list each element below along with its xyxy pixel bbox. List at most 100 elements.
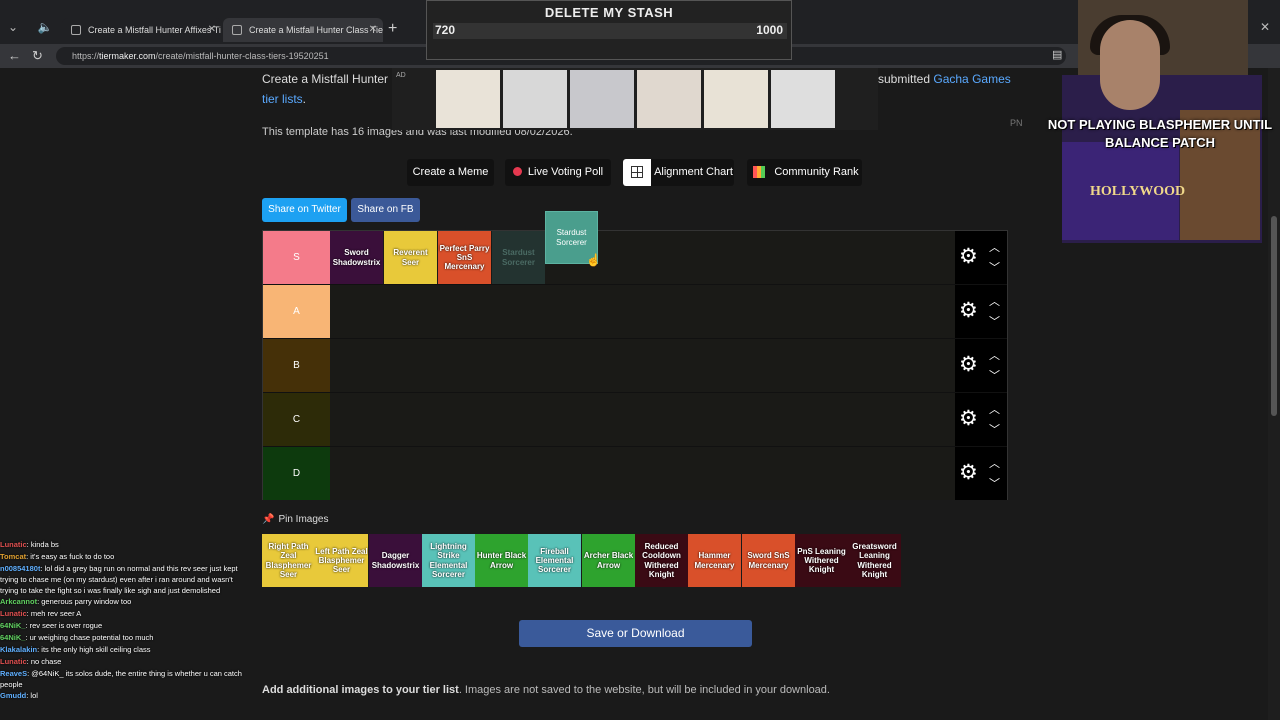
intro-text: Create a Mistfall Hunter C <box>262 72 401 86</box>
close-tab-icon[interactable]: ✕ <box>369 18 377 42</box>
alignment-chart-button[interactable]: Alignment Chart <box>623 159 734 186</box>
ad-product-image[interactable] <box>704 70 768 128</box>
live-voting-button[interactable]: Live Voting Poll <box>505 159 611 186</box>
chevron-down-icon[interactable]: ﹀ <box>989 367 1000 383</box>
url-prefix: https:// <box>72 51 100 61</box>
pin-images-label[interactable]: 📌 Pin Images <box>262 514 328 525</box>
chevron-up-icon[interactable]: ︿ <box>989 293 1000 309</box>
tier-label-d[interactable]: D <box>263 447 330 500</box>
tier-item[interactable]: Reverent Seer <box>384 231 437 284</box>
tier-row-d: D ⚙ ︿ ﹀ <box>263 447 1007 501</box>
pool-item[interactable]: Dagger Shadowstrix <box>369 534 422 587</box>
tier-label-s[interactable]: S <box>263 231 330 284</box>
chat-message: 64NiK_: rev seer is over rogue <box>0 621 103 631</box>
close-window-icon[interactable]: ✕ <box>1256 18 1274 36</box>
pn-label: PN <box>1010 118 1023 128</box>
ad-product-image[interactable] <box>637 70 701 128</box>
tier-dropzone-a[interactable] <box>330 285 955 338</box>
tier-item-ghost[interactable]: Stardust Sorcerer <box>492 231 545 284</box>
stash-current: 720 <box>435 23 456 37</box>
ad-product-image[interactable] <box>570 70 634 128</box>
pool-item[interactable]: Greatsword Leaning Withered Knight <box>848 534 901 587</box>
back-icon[interactable]: ← <box>8 48 21 63</box>
gear-icon[interactable]: ⚙ <box>959 245 978 269</box>
tab-title: Create a Mistfall Hunter Affixes Ti <box>88 25 221 35</box>
new-tab-icon[interactable]: + <box>388 20 397 38</box>
gear-icon[interactable]: ⚙ <box>959 353 978 377</box>
chevron-down-icon[interactable]: ﹀ <box>989 475 1000 491</box>
pool-item[interactable]: Hammer Mercenary <box>688 534 741 587</box>
tier-label-a[interactable]: A <box>263 285 330 338</box>
chat-message: Klakalakin: its the only high skill ceil… <box>0 644 151 654</box>
tier-dropzone-b[interactable] <box>330 339 955 392</box>
stash-goal: 1000 <box>756 23 783 37</box>
tier-item[interactable]: Sword Shadowstrix <box>330 231 383 284</box>
add-images-text: Add additional images to your tier list.… <box>262 684 830 696</box>
ad-label: AD <box>396 72 406 79</box>
url-domain: tiermaker.com <box>99 51 156 61</box>
close-tab-icon[interactable]: ✕ <box>208 18 216 42</box>
tier-dropzone-d[interactable] <box>330 447 955 500</box>
chevron-up-icon[interactable]: ︿ <box>989 455 1000 471</box>
pool-item[interactable]: Fireball Elemental Sorcerer <box>528 534 581 587</box>
reload-icon[interactable]: ↻ <box>32 48 43 64</box>
chevron-up-icon[interactable]: ︿ <box>989 401 1000 417</box>
tier-label-c[interactable]: C <box>263 393 330 446</box>
record-dot-icon <box>512 167 522 176</box>
chat-message: Lunatic: meh rev seer A <box>0 609 82 619</box>
scrollbar[interactable] <box>1268 68 1280 720</box>
pool-item[interactable]: Lightning Strike Elemental Sorcerer <box>422 534 475 587</box>
tier-controls: ⚙ ︿ ﹀ <box>955 285 1007 338</box>
tier-row-b: B ⚙ ︿ ﹀ <box>263 339 1007 393</box>
ad-product-image[interactable] <box>436 70 500 128</box>
chevron-down-icon[interactable]: ﹀ <box>989 421 1000 437</box>
tab-class-tiers[interactable]: Create a Mistfall Hunter Class Tie ✕ <box>223 18 383 42</box>
tier-label-b[interactable]: B <box>263 339 330 392</box>
ad-product-image[interactable] <box>503 70 567 128</box>
scroll-thumb[interactable] <box>1271 216 1277 416</box>
tier-item[interactable]: Perfect Parry SnS Mercenary <box>438 231 491 284</box>
tier-lists-link[interactable]: tier lists <box>262 92 303 106</box>
stream-chat: Lunatic: kinda bs Tomcat: it's easy as f… <box>0 540 250 703</box>
pool-item[interactable]: PnS Leaning Withered Knight <box>795 534 848 587</box>
save-download-button[interactable]: Save or Download <box>519 620 752 647</box>
community-rank-button[interactable]: Community Rank <box>747 159 862 186</box>
tab-affixes[interactable]: Create a Mistfall Hunter Affixes Ti ✕ <box>62 18 222 42</box>
chevron-up-icon[interactable]: ︿ <box>989 239 1000 255</box>
chat-message: Arkcannot: generous parry window too <box>0 597 132 607</box>
pin-icon: 📌 <box>262 514 275 525</box>
tier-controls: ⚙ ︿ ﹀ <box>955 231 1007 284</box>
tier-dropzone-c[interactable] <box>330 393 955 446</box>
url-path: /create/mistfall-hunter-class-tiers-1952… <box>155 51 329 61</box>
streamer-overlay-text: NOT PLAYING BLASPHEMER UNTIL BALANCE PAT… <box>1047 117 1273 151</box>
share-twitter-button[interactable]: Share on Twitter <box>262 198 347 222</box>
chevron-down-icon[interactable]: ﹀ <box>989 313 1000 329</box>
chat-message: Lunatic: kinda bs <box>0 540 59 549</box>
tier-controls: ⚙ ︿ ﹀ <box>955 447 1007 500</box>
create-meme-button[interactable]: Create a Meme <box>407 159 494 186</box>
pool-item[interactable]: Reduced Cooldown Withered Knight <box>635 534 688 587</box>
gear-icon[interactable]: ⚙ <box>959 461 978 485</box>
pool-item[interactable]: Archer Black Arrow <box>582 534 635 587</box>
grid-icon <box>623 159 651 186</box>
category-link[interactable]: Gacha Games <box>933 72 1010 86</box>
tab-list-icon[interactable]: ⌄ <box>4 18 22 36</box>
hand-cursor-icon: ☝ <box>586 253 601 267</box>
gear-icon[interactable]: ⚙ <box>959 299 978 323</box>
tier-dropzone-s[interactable]: Sword Shadowstrix Reverent Seer Perfect … <box>330 231 955 284</box>
tiermaker-favicon-icon <box>71 25 81 35</box>
mute-tab-icon[interactable]: 🔈 <box>36 18 54 36</box>
chevron-up-icon[interactable]: ︿ <box>989 347 1000 363</box>
share-facebook-button[interactable]: Share on FB <box>351 198 420 222</box>
gear-icon[interactable]: ⚙ <box>959 407 978 431</box>
pool-item[interactable]: Sword SnS Mercenary <box>742 534 795 587</box>
tier-lists-line: tier lists. <box>262 92 307 106</box>
pool-item[interactable]: Left Path Zeal Blasphemer Seer <box>315 534 368 587</box>
reading-mode-icon[interactable]: ▤ <box>1052 48 1062 61</box>
pool-item[interactable]: Right Path Zeal Blasphemer Seer <box>262 534 315 587</box>
chevron-down-icon[interactable]: ﹀ <box>989 259 1000 275</box>
submitted-line: submitted Gacha Games <box>878 72 1011 86</box>
chat-message: Tomcat: it's easy as fuck to do too <box>0 551 115 561</box>
pool-item[interactable]: Hunter Black Arrow <box>475 534 528 587</box>
ad-product-image[interactable] <box>771 70 835 128</box>
